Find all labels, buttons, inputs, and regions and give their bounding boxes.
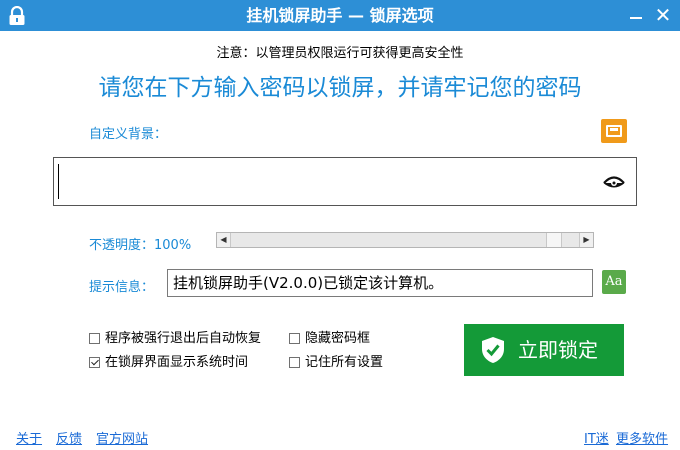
hint-input[interactable]: 挂机锁屏助手(V2.0.0)已锁定该计算机。 — [167, 269, 593, 297]
checkbox[interactable] — [89, 333, 100, 344]
shield-check-icon — [482, 337, 504, 363]
eye-icon[interactable] — [600, 168, 628, 196]
folder-icon[interactable] — [601, 119, 627, 143]
title-bar: 挂机锁屏助手 — 锁屏选项 ✕ — [0, 0, 680, 31]
opacity-label: 不透明度：100% — [89, 238, 192, 253]
opacity-slider[interactable]: ◀ ▶ — [216, 232, 594, 248]
about-link[interactable]: 关于 — [16, 428, 42, 447]
password-box[interactable] — [53, 157, 637, 206]
more-software-link[interactable]: 更多软件 — [616, 428, 668, 447]
slider-left-arrow[interactable]: ◀ — [217, 233, 231, 247]
admin-notice: 注意：以管理员权限运行可获得更高安全性 — [216, 46, 464, 61]
close-button[interactable]: ✕ — [650, 0, 676, 31]
password-input[interactable] — [56, 160, 596, 203]
minimize-button[interactable] — [624, 0, 648, 31]
hint-label: 提示信息： — [89, 280, 155, 295]
slider-thumb[interactable] — [546, 233, 563, 247]
checkbox[interactable] — [289, 357, 300, 368]
official-website-link[interactable]: 官方网站 — [96, 428, 148, 447]
text-caret — [58, 164, 59, 199]
custom-background-label: 自定义背景： — [89, 127, 168, 142]
headline: 请您在下方输入密码以锁屏，并请牢记您的密码 — [98, 75, 582, 101]
feedback-link[interactable]: 反馈 — [56, 428, 82, 447]
option-label: 程序被强行退出后自动恢复 — [105, 331, 262, 346]
lock-now-label: 立即锁定 — [518, 338, 598, 362]
checkbox[interactable] — [289, 333, 300, 344]
option-label: 在锁屏界面显示系统时间 — [105, 355, 249, 370]
slider-right-arrow[interactable]: ▶ — [579, 233, 593, 247]
font-icon[interactable]: Aa — [602, 270, 626, 294]
window-title: 挂机锁屏助手 — 锁屏选项 — [246, 6, 434, 25]
option-label: 记住所有设置 — [305, 355, 384, 370]
lock-now-button[interactable]: 立即锁定 — [464, 324, 624, 376]
it-fan-link[interactable]: IT迷 — [584, 428, 609, 447]
checkbox[interactable] — [89, 357, 100, 368]
option-label: 隐藏密码框 — [305, 331, 371, 346]
